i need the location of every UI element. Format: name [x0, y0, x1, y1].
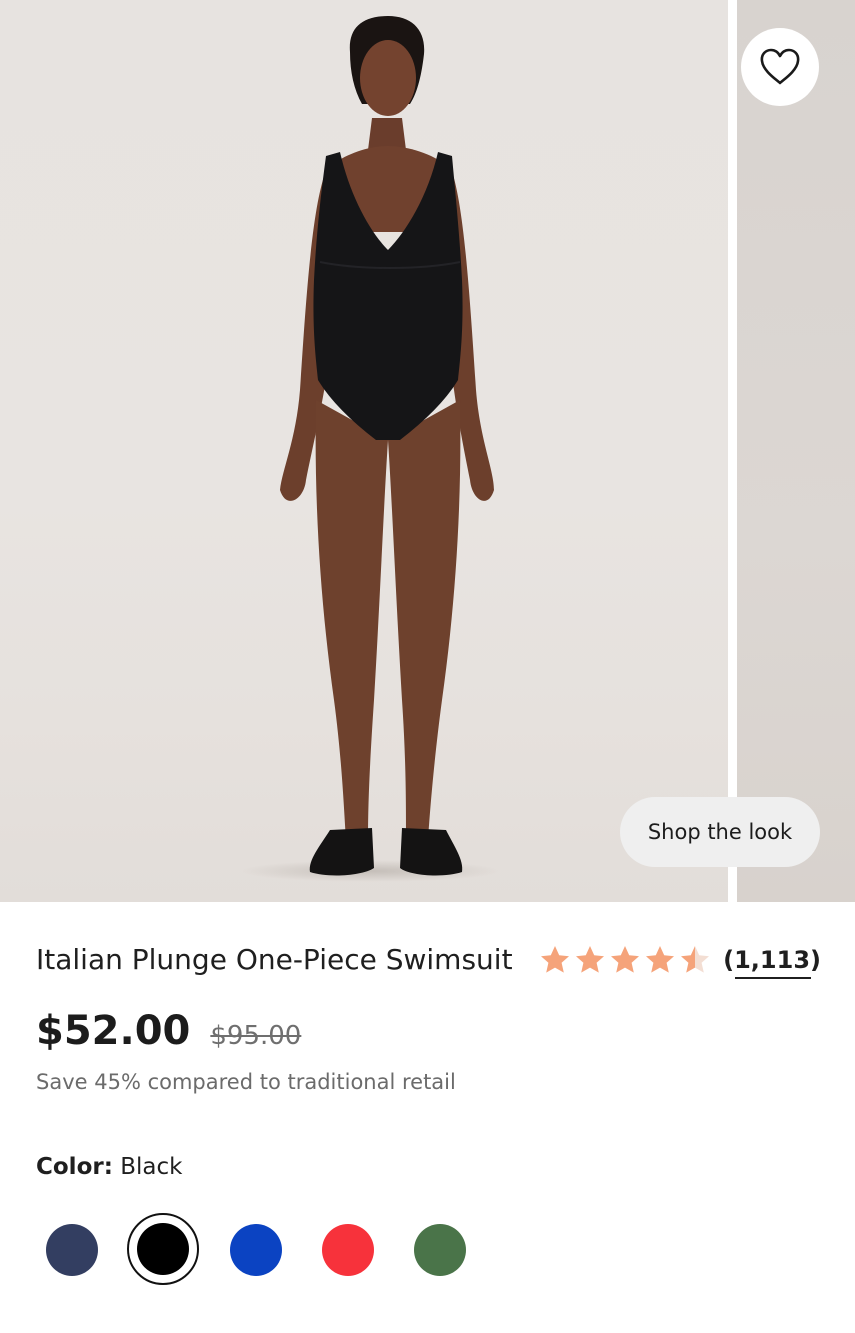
star-icon — [611, 946, 640, 973]
current-price: $52.00 — [36, 1008, 191, 1054]
shop-the-look-label: Shop the look — [647, 820, 793, 844]
star-icon — [646, 946, 675, 973]
product-title: Italian Plunge One-Piece Swimsuit — [36, 943, 513, 976]
color-swatch-list — [0, 1210, 855, 1292]
savings-note: Save 45% compared to traditional retail — [36, 1070, 456, 1094]
product-image-main[interactable] — [0, 0, 728, 902]
color-swatch-black-fill — [137, 1223, 189, 1275]
product-rating[interactable]: (1,113) — [539, 940, 821, 980]
review-count-underline — [735, 977, 811, 979]
product-header: Italian Plunge One-Piece Swimsuit (1,113… — [36, 940, 821, 984]
review-count-link[interactable]: (1,113) — [723, 946, 821, 979]
product-image-gallery[interactable]: Shop the look — [0, 0, 855, 902]
star-icon — [576, 946, 605, 973]
color-swatch-green[interactable] — [414, 1224, 466, 1276]
star-icon — [681, 946, 710, 973]
heart-outline-icon — [760, 48, 800, 85]
rating-stars — [539, 944, 711, 976]
color-swatch-black[interactable] — [127, 1213, 199, 1285]
shop-the-look-button[interactable]: Shop the look — [620, 797, 820, 867]
favorite-button[interactable] — [741, 28, 819, 106]
color-selection-label: Color: Black — [36, 1154, 182, 1180]
product-photo-model — [280, 16, 494, 876]
compare-at-price: $95.00 — [210, 1021, 302, 1051]
color-swatch-red[interactable] — [322, 1224, 374, 1276]
price-row: $52.00 $95.00 — [36, 1008, 301, 1054]
color-swatch-blue[interactable] — [230, 1224, 282, 1276]
product-image-next-peek[interactable] — [737, 0, 855, 902]
color-swatch-navy[interactable] — [46, 1224, 98, 1276]
star-icon — [541, 946, 570, 973]
color-label: Color: — [36, 1154, 113, 1180]
selected-color-name: Black — [120, 1154, 183, 1180]
review-count-text: (1,113) — [723, 946, 821, 974]
